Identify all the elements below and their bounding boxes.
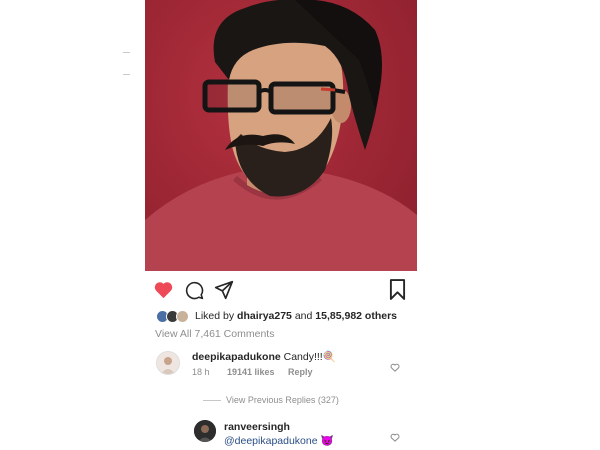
page-mark xyxy=(123,52,130,53)
likes-count[interactable]: 15,85,982 others xyxy=(315,310,397,322)
comment-like-button[interactable] xyxy=(390,359,400,372)
profile-photo xyxy=(194,420,216,442)
profile-photo xyxy=(157,352,179,374)
share-button[interactable] xyxy=(214,280,234,300)
liked-by-and: and xyxy=(294,310,313,322)
comment-username[interactable]: ranveersingh xyxy=(224,421,290,433)
page-mark xyxy=(123,74,130,75)
save-button[interactable] xyxy=(389,279,406,300)
comment-like-button[interactable] xyxy=(390,429,400,442)
heart-outline-icon xyxy=(390,363,400,372)
reply-text: @deepikapadukone 😈 xyxy=(224,434,334,447)
comment-button[interactable] xyxy=(185,281,204,300)
comment-time: 18 h xyxy=(192,367,210,377)
comment-username[interactable]: deepikapadukone xyxy=(192,351,281,363)
liked-by-row: Liked by dhairya275 and 15,85,982 others xyxy=(156,308,397,324)
like-button[interactable] xyxy=(153,280,174,299)
comment-body: Candy!!! xyxy=(283,351,323,363)
paper-plane-icon xyxy=(214,280,234,300)
mention-link[interactable]: @deepikapadukone xyxy=(224,435,318,447)
reply-label: Reply xyxy=(288,367,313,377)
view-all-comments-link[interactable]: View All 7,461 Comments xyxy=(155,328,274,340)
heart-outline-icon xyxy=(390,433,400,442)
reply-username-line: ranveersingh xyxy=(224,421,290,433)
post-photo[interactable] xyxy=(145,0,417,271)
comment-bubble-icon xyxy=(185,281,204,300)
avatar[interactable] xyxy=(156,351,180,375)
avatar[interactable] xyxy=(194,420,216,442)
view-previous-replies-label: View Previous Replies (327) xyxy=(226,395,339,405)
lollipop-icon: 🍭 xyxy=(322,351,336,363)
reply-button[interactable]: Reply xyxy=(288,367,313,377)
avatar[interactable] xyxy=(176,309,189,323)
portrait-illustration xyxy=(145,0,417,271)
comment-text: deepikapadukone Candy!!!🍭 xyxy=(192,350,336,363)
liked-by-text: Liked by dhairya275 and 15,85,982 others xyxy=(195,310,397,322)
heart-filled-icon xyxy=(154,282,173,299)
comment-likes[interactable]: 19141 likes xyxy=(227,367,275,377)
liked-by-username[interactable]: dhairya275 xyxy=(237,310,292,322)
devil-emoji-icon: 😈 xyxy=(320,435,334,447)
bookmark-icon xyxy=(389,279,406,300)
view-previous-replies[interactable]: View Previous Replies (327) xyxy=(203,395,339,405)
divider xyxy=(203,400,221,402)
liked-by-label: Liked by xyxy=(195,310,235,322)
comment-likes-count: 19141 likes xyxy=(227,367,275,377)
